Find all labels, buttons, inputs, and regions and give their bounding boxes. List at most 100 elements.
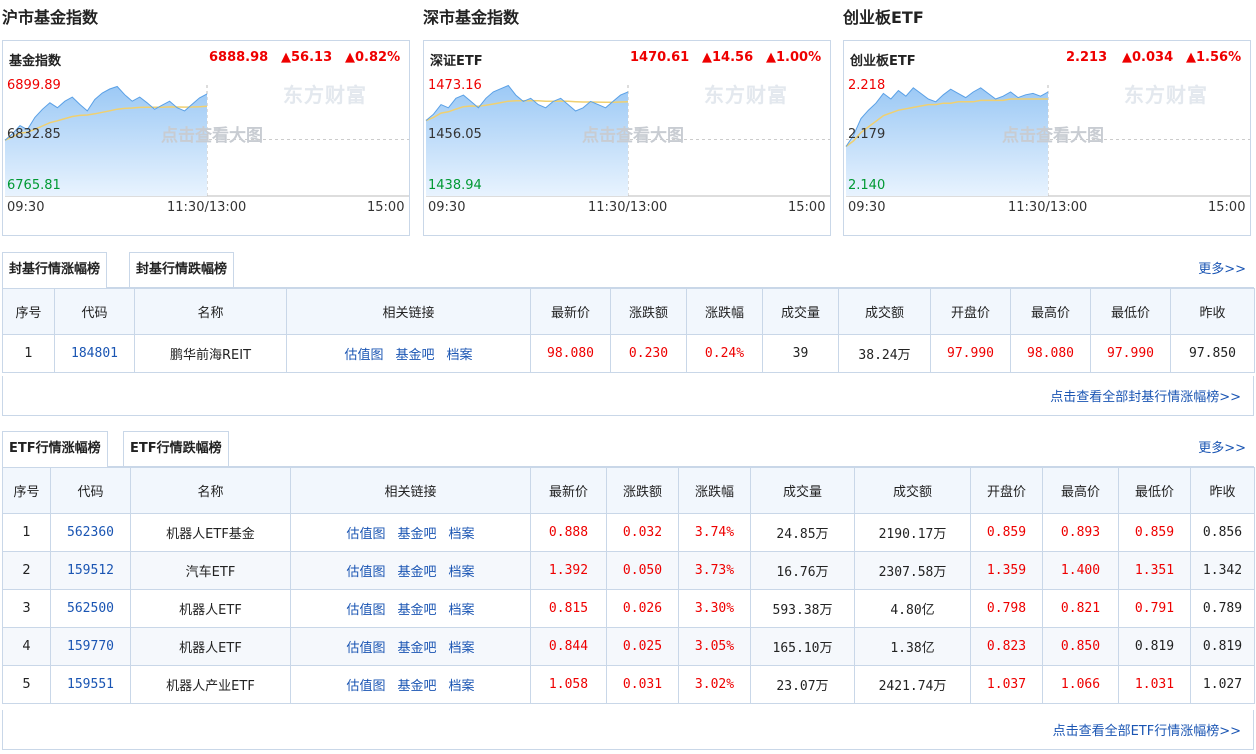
- time-end: 15:00: [1208, 200, 1246, 215]
- col-header[interactable]: 最高价: [1010, 288, 1091, 335]
- cell-pct: 3.30%: [678, 589, 751, 628]
- col-header[interactable]: 最低价: [1118, 467, 1191, 514]
- cell-code[interactable]: 184801: [54, 334, 135, 373]
- cell-code[interactable]: 562360: [50, 513, 131, 552]
- col-header[interactable]: 成交额: [854, 467, 971, 514]
- profile-link[interactable]: 档案: [449, 527, 475, 542]
- enlarge-hint[interactable]: 点击查看大图: [161, 121, 263, 146]
- forum-link[interactable]: 基金吧: [397, 641, 436, 656]
- cell-amount: 1.38亿: [854, 627, 971, 666]
- profile-link[interactable]: 档案: [449, 641, 475, 656]
- cell-code[interactable]: 159770: [50, 627, 131, 666]
- col-header[interactable]: 成交额: [838, 288, 931, 335]
- cell-volume: 23.07万: [750, 665, 855, 704]
- forum-link[interactable]: 基金吧: [395, 348, 434, 363]
- cell-volume: 165.10万: [750, 627, 855, 666]
- y-high-label: 2.218: [848, 78, 886, 93]
- profile-link[interactable]: 档案: [449, 679, 475, 694]
- cell-name[interactable]: 机器人产业ETF: [130, 665, 291, 704]
- cell-name[interactable]: 机器人ETF: [130, 627, 291, 666]
- cell-name[interactable]: 机器人ETF: [130, 589, 291, 628]
- table-row: 2 159512 汽车ETF 估值图 基金吧 档案 1.392 0.050 3.73% 16.76…: [2, 551, 1255, 590]
- y-low-label: 1438.94: [428, 178, 482, 193]
- forum-link[interactable]: 基金吧: [397, 679, 436, 694]
- col-header[interactable]: 涨跌幅: [686, 288, 763, 335]
- cell-name[interactable]: 机器人ETF基金: [130, 513, 291, 552]
- cell-price: 0.815: [530, 589, 607, 628]
- y-mid-label: 2.179: [848, 127, 886, 142]
- table-row: 1 184801 鹏华前海REIT 估值图 基金吧 档案 98.080 0.230 …: [2, 334, 1255, 373]
- tab-closed-end-down[interactable]: 封基行情跌幅榜: [129, 252, 235, 288]
- col-header[interactable]: 最低价: [1090, 288, 1171, 335]
- cell-code[interactable]: 159512: [50, 551, 131, 590]
- index-price: 2.213: [1066, 50, 1108, 65]
- forum-link[interactable]: 基金吧: [397, 603, 436, 618]
- col-header[interactable]: 昨收: [1170, 288, 1255, 335]
- table-row: 3 562500 机器人ETF 估值图 基金吧 档案 0.815 0.026 3.30% 593.…: [2, 589, 1255, 628]
- closed-end-footer: 点击查看全部封基行情涨幅榜>>: [2, 376, 1254, 416]
- col-header: 序号: [2, 288, 55, 335]
- tab-etf-down[interactable]: ETF行情跌幅榜: [123, 431, 229, 467]
- cell-links: 估值图 基金吧 档案: [290, 513, 531, 552]
- col-header[interactable]: 涨跌额: [610, 288, 687, 335]
- time-end: 15:00: [788, 200, 826, 215]
- col-header[interactable]: 涨跌额: [606, 467, 679, 514]
- cell-high: 1.400: [1042, 551, 1119, 590]
- cell-low: 0.791: [1118, 589, 1191, 628]
- valuation-link[interactable]: 估值图: [346, 641, 385, 656]
- cell-rank: 5: [2, 665, 51, 704]
- cell-name[interactable]: 鹏华前海REIT: [134, 334, 287, 373]
- cell-name[interactable]: 汽车ETF: [130, 551, 291, 590]
- forum-link[interactable]: 基金吧: [397, 527, 436, 542]
- cell-rank: 4: [2, 627, 51, 666]
- cell-rank: 3: [2, 589, 51, 628]
- panel-cyb: 创业板ETF 东方财富 点击查看大图 创业板ETF 2.213 ▲0.034 ▲…: [841, 0, 1251, 236]
- mini-chart[interactable]: 东方财富 点击查看大图 深证ETF 1470.61 ▲14.56 ▲1.00% …: [423, 40, 831, 236]
- col-header[interactable]: 开盘价: [970, 467, 1043, 514]
- view-all-etf-link[interactable]: 点击查看全部ETF行情涨幅榜>>: [1053, 720, 1241, 739]
- index-price: 6888.98: [209, 50, 269, 65]
- cell-amount: 2307.58万: [854, 551, 971, 590]
- forum-link[interactable]: 基金吧: [397, 565, 436, 580]
- col-header[interactable]: 涨跌幅: [678, 467, 751, 514]
- col-header: 名称: [134, 288, 287, 335]
- col-header[interactable]: 最高价: [1042, 467, 1119, 514]
- col-header[interactable]: 最新价: [530, 467, 607, 514]
- enlarge-hint[interactable]: 点击查看大图: [1002, 121, 1104, 146]
- col-header: 代码: [50, 467, 131, 514]
- mini-chart[interactable]: 东方财富 点击查看大图 创业板ETF 2.213 ▲0.034 ▲1.56% 2…: [843, 40, 1251, 236]
- y-mid-label: 6832.85: [7, 127, 61, 142]
- enlarge-hint[interactable]: 点击查看大图: [582, 121, 684, 146]
- tab-closed-end-up[interactable]: 封基行情涨幅榜: [2, 252, 108, 289]
- index-price: 1470.61: [630, 50, 690, 65]
- valuation-link[interactable]: 估值图: [346, 527, 385, 542]
- cell-open: 1.037: [970, 665, 1043, 704]
- valuation-link[interactable]: 估值图: [346, 679, 385, 694]
- more-link[interactable]: 更多>>: [1198, 258, 1246, 277]
- col-header[interactable]: 成交量: [750, 467, 855, 514]
- cell-links: 估值图 基金吧 档案: [290, 627, 531, 666]
- more-link[interactable]: 更多>>: [1198, 437, 1246, 456]
- valuation-link[interactable]: 估值图: [346, 565, 385, 580]
- col-header[interactable]: 昨收: [1190, 467, 1255, 514]
- panel-title: 深市基金指数: [423, 8, 520, 27]
- cell-code[interactable]: 562500: [50, 589, 131, 628]
- col-header[interactable]: 成交量: [762, 288, 839, 335]
- index-change: ▲56.13: [281, 50, 333, 65]
- col-header[interactable]: 开盘价: [930, 288, 1011, 335]
- cell-code[interactable]: 159551: [50, 665, 131, 704]
- view-all-closed-end-link[interactable]: 点击查看全部封基行情涨幅榜>>: [1050, 386, 1241, 405]
- valuation-link[interactable]: 估值图: [344, 348, 383, 363]
- profile-link[interactable]: 档案: [447, 348, 473, 363]
- cell-low: 0.819: [1118, 627, 1191, 666]
- profile-link[interactable]: 档案: [449, 603, 475, 618]
- mini-chart[interactable]: 东方财富 点击查看大图 基金指数 6888.98 ▲56.13 ▲0.82% 6…: [2, 40, 410, 236]
- table-row: 5 159551 机器人产业ETF 估值图 基金吧 档案 1.058 0.031 3.02% 23…: [2, 665, 1255, 704]
- col-header[interactable]: 最新价: [530, 288, 611, 335]
- valuation-link[interactable]: 估值图: [346, 603, 385, 618]
- tab-etf-up[interactable]: ETF行情涨幅榜: [2, 431, 108, 468]
- profile-link[interactable]: 档案: [449, 565, 475, 580]
- y-high-label: 6899.89: [7, 78, 61, 93]
- cell-open: 0.798: [970, 589, 1043, 628]
- cell-price: 98.080: [530, 334, 611, 373]
